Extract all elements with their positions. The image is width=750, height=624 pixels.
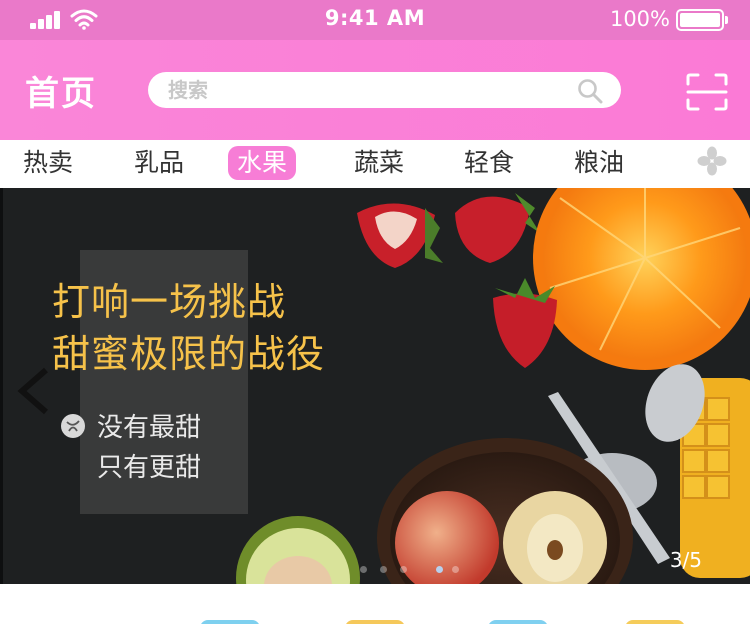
entry-icon[interactable]	[625, 620, 685, 624]
carousel-dot[interactable]	[360, 566, 367, 573]
tab-grain-oil[interactable]: 粮油	[565, 146, 633, 180]
tab-fruit[interactable]: 水果	[228, 146, 297, 180]
carousel-dot[interactable]	[380, 566, 387, 573]
carousel-dots	[360, 566, 460, 576]
entry-icon[interactable]	[488, 620, 548, 624]
header: 首页	[0, 40, 750, 140]
headline-line-1: 打响一场挑战	[52, 280, 287, 324]
page-title: 首页	[25, 74, 97, 114]
grid-icon[interactable]	[697, 146, 727, 176]
carousel-dot[interactable]	[452, 566, 459, 573]
badge-icon	[61, 414, 85, 438]
battery-icon	[676, 9, 728, 31]
tab-vegetables[interactable]: 蔬菜	[345, 146, 413, 180]
slide-counter: 3/5	[669, 548, 702, 572]
promo-banner[interactable]: 打响一场挑战 甜蜜极限的战役 没有最甜 只有更甜 3/5	[0, 188, 750, 584]
scan-icon[interactable]	[686, 73, 728, 111]
sub-line-2: 只有更甜	[97, 453, 202, 483]
quick-entry-row	[0, 584, 750, 624]
search-box[interactable]	[148, 72, 621, 108]
sub-line-1: 没有最甜	[97, 413, 202, 443]
carousel-dot[interactable]	[400, 566, 407, 573]
tab-hot[interactable]: 热卖	[14, 146, 82, 180]
carousel-dot-active[interactable]	[436, 566, 443, 573]
search-input[interactable]	[168, 72, 558, 108]
search-icon[interactable]	[577, 78, 603, 104]
headline-line-2: 甜蜜极限的战役	[52, 332, 326, 376]
banner-subtext: 没有最甜 只有更甜	[97, 408, 201, 488]
category-tabs: 热卖 乳品 水果 蔬菜 轻食 粮油	[0, 140, 750, 188]
status-bar: 9:41 AM 100%	[0, 0, 750, 40]
tab-dairy[interactable]: 乳品	[125, 146, 193, 180]
entry-icon[interactable]	[345, 620, 405, 624]
tab-light-meal[interactable]: 轻食	[455, 146, 523, 180]
chevron-left-icon[interactable]	[16, 366, 52, 416]
entry-icon[interactable]	[200, 620, 260, 624]
banner-headline: 打响一场挑战 甜蜜极限的战役	[52, 276, 325, 380]
battery-percent: 100%	[609, 7, 670, 31]
